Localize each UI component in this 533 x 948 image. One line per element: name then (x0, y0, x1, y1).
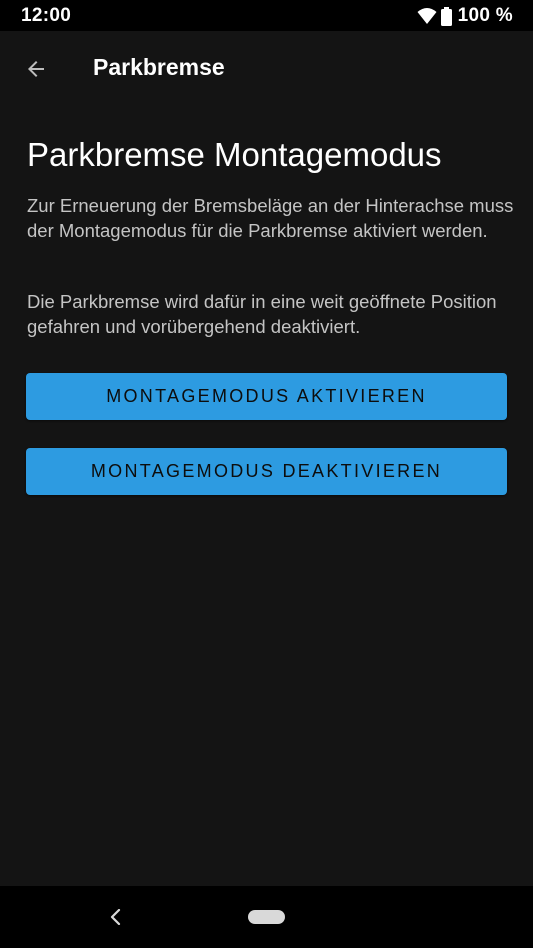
nav-back-button[interactable] (107, 905, 125, 929)
wifi-icon (417, 8, 437, 24)
app-title: Parkbremse (93, 54, 225, 80)
battery-icon (440, 6, 452, 26)
app-bar: Parkbremse (0, 31, 533, 106)
activate-mounting-mode-button[interactable]: MONTAGEMODUS AKTIVIEREN (26, 373, 507, 420)
status-icons: 100 % (417, 4, 513, 28)
page-title: Parkbremse Montagemodus (27, 136, 442, 173)
description-paragraph-1: Zur Erneuerung der Bremsbeläge an der Hi… (27, 195, 514, 241)
status-time: 12:00 (21, 5, 72, 26)
screen: 12:00 100 % Parkbremse Parkbremse Montag… (0, 0, 533, 948)
navigation-bar (0, 886, 533, 948)
nav-back-icon (110, 909, 121, 925)
battery-level: 100 % (457, 5, 513, 26)
status-bar: 12:00 100 % (0, 0, 533, 31)
back-button[interactable] (18, 51, 54, 87)
deactivate-mounting-mode-button[interactable]: MONTAGEMODUS DEAKTIVIEREN (26, 448, 507, 495)
arrow-back-icon (28, 61, 44, 77)
description-paragraph-2: Die Parkbremse wird dafür in eine weit g… (27, 291, 497, 337)
nav-home-pill[interactable] (248, 910, 285, 924)
